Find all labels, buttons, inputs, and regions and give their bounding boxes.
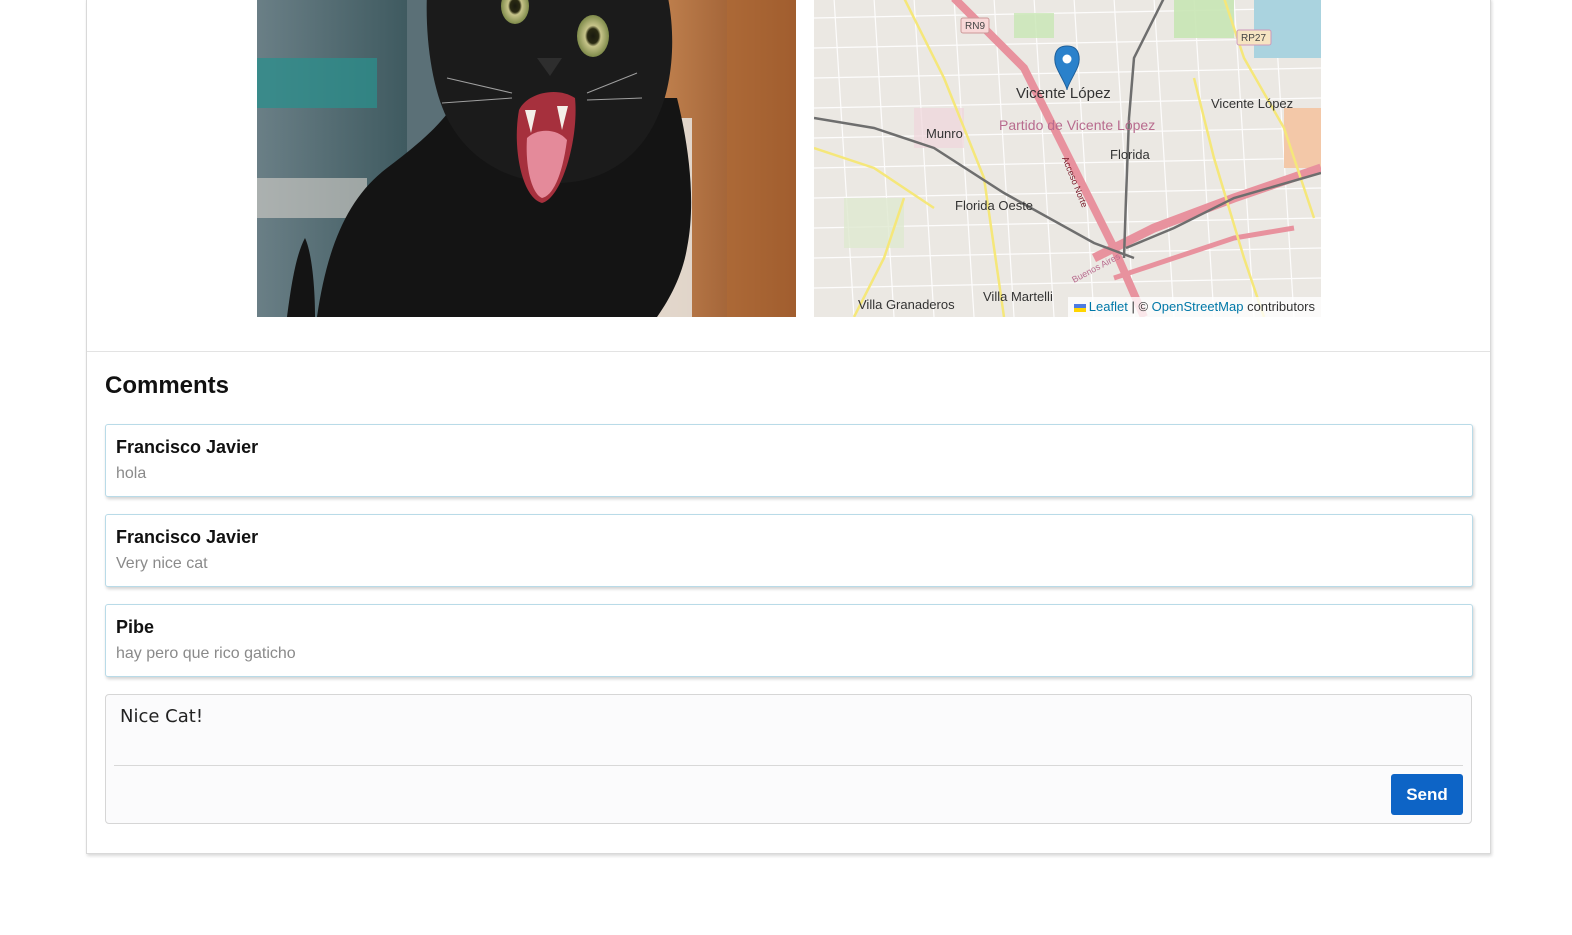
map-label-munro: Munro [926, 126, 963, 141]
leaflet-link[interactable]: Leaflet [1089, 299, 1128, 314]
post-card: RN9 RP27 Vicente López Partido de Vicent… [86, 0, 1491, 854]
send-button[interactable]: Send [1391, 774, 1463, 815]
location-map[interactable]: RN9 RP27 Vicente López Partido de Vicent… [814, 0, 1321, 317]
attribution-suffix: contributors [1247, 299, 1315, 314]
comment-text: hay pero que rico gaticho [116, 645, 296, 662]
comment-text: hola [116, 465, 147, 482]
attribution-separator: | © [1131, 299, 1149, 314]
openstreetmap-link[interactable]: OpenStreetMap [1152, 299, 1244, 314]
comment-input[interactable]: Nice Cat! [107, 696, 1467, 762]
comment-composer: Nice Cat! Send [105, 694, 1472, 824]
comments-heading: Comments [105, 372, 230, 399]
map-label-vicente-lopez: Vicente López [1016, 85, 1111, 102]
ukraine-flag-icon [1073, 303, 1086, 312]
map-label-rn9: RN9 [965, 21, 985, 32]
map-attribution: Leaflet | © OpenStreetMap contributors [1067, 297, 1321, 317]
map-tiles: RN9 RP27 Vicente López Partido de Vicent… [814, 0, 1321, 317]
map-label-florida-oeste: Florida Oeste [955, 198, 1033, 213]
comment-item: Francisco Javier Very nice cat [105, 514, 1473, 587]
cat-image [257, 0, 796, 317]
comment-item: Pibe hay pero que rico gaticho [105, 604, 1473, 677]
comment-item: Francisco Javier hola [105, 424, 1473, 497]
comment-author: Francisco Javier [116, 527, 259, 547]
map-label-rp27: RP27 [1241, 33, 1266, 44]
comment-text: Very nice cat [116, 555, 208, 572]
map-label-partido: Partido de Vicente López [999, 117, 1155, 133]
post-media: RN9 RP27 Vicente López Partido de Vicent… [87, 0, 1490, 352]
cat-photo [257, 0, 796, 317]
comment-author: Francisco Javier [116, 437, 259, 457]
map-label-villa-martelli: Villa Martelli [983, 289, 1053, 304]
comment-author: Pibe [116, 617, 155, 637]
map-label-florida: Florida [1110, 147, 1151, 162]
map-label-villa-granaderos: Villa Granaderos [858, 297, 955, 312]
composer-divider [114, 765, 1463, 766]
map-label-vicente-lopez-2: Vicente López [1211, 96, 1293, 111]
